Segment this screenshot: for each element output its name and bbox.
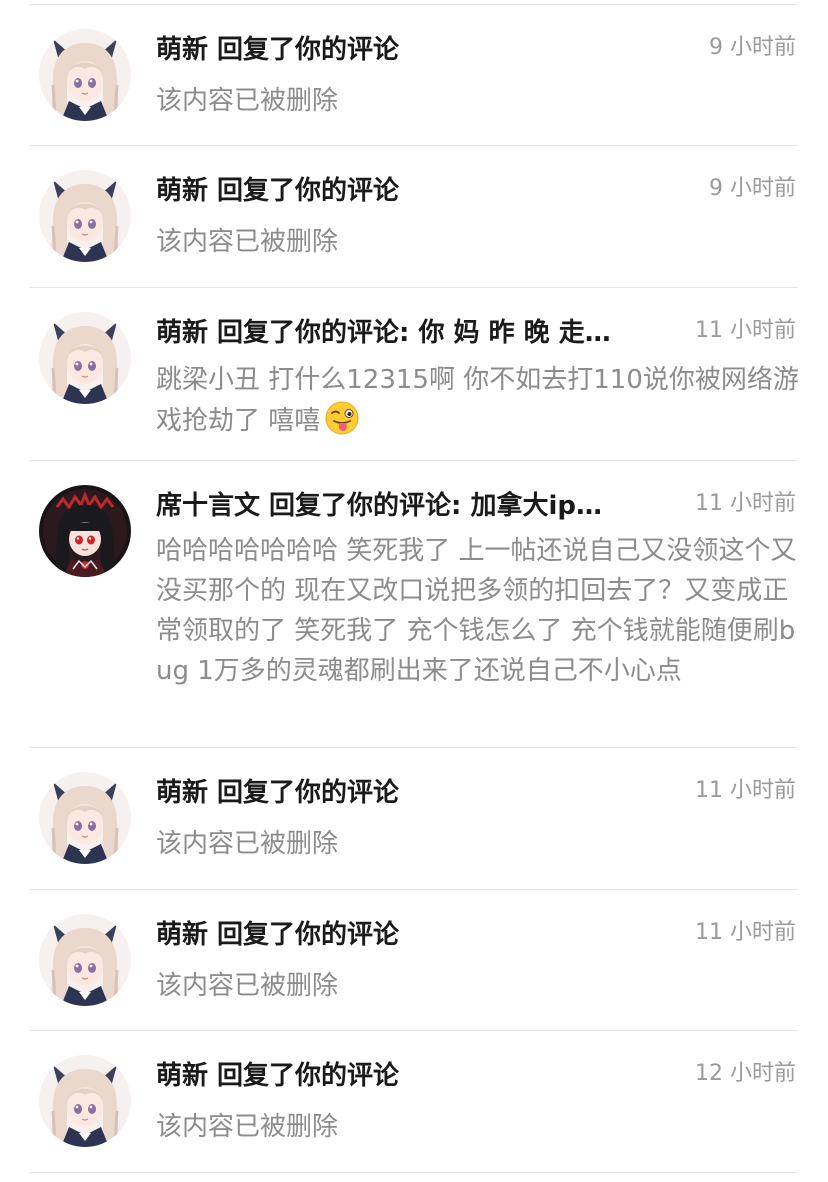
anime-girl-white-hair-avatar-icon — [39, 772, 131, 864]
divider — [30, 1172, 798, 1173]
anime-girl-black-hair-avatar-icon — [39, 485, 131, 577]
notification-item[interactable]: 萌新 回复了你的评论: 你 妈 昨 晚 走… 11 小时前 跳梁小丑 打什么12… — [0, 288, 828, 459]
notification-body: 该内容已被删除 — [156, 86, 339, 116]
notification-body: 该内容已被删除 — [156, 829, 339, 859]
notification-time: 9 小时前 — [709, 35, 796, 60]
avatar[interactable] — [39, 312, 131, 404]
notification-time: 9 小时前 — [709, 176, 796, 201]
notification-title[interactable]: 萌新 回复了你的评论 — [156, 776, 656, 810]
notification-item[interactable]: 萌新 回复了你的评论 11 小时前 该内容已被删除 — [0, 890, 828, 1030]
anime-girl-white-hair-avatar-icon — [39, 914, 131, 1006]
winking-tongue-emoji-icon — [324, 400, 360, 436]
notification-title[interactable]: 萌新 回复了你的评论 — [156, 1059, 656, 1093]
notification-title[interactable]: 席十言文 回复了你的评论: 加拿大ip… — [156, 489, 656, 523]
avatar[interactable] — [39, 170, 131, 262]
notification-body-text: 跳梁小丑 打什么12315啊 你不如去打110说你被网络游戏抢劫了 嘻嘻 — [156, 365, 799, 436]
avatar[interactable] — [39, 772, 131, 864]
notification-item[interactable]: 萌新 回复了你的评论 12 小时前 该内容已被删除 — [0, 1031, 828, 1171]
notification-body: 该内容已被删除 — [156, 1112, 339, 1142]
notification-body: 该内容已被删除 — [156, 971, 339, 1001]
anime-girl-white-hair-avatar-icon — [39, 312, 131, 404]
notification-time: 11 小时前 — [695, 920, 796, 945]
avatar[interactable] — [39, 485, 131, 577]
notification-time: 11 小时前 — [695, 318, 796, 343]
avatar[interactable] — [39, 1055, 131, 1147]
anime-girl-white-hair-avatar-icon — [39, 29, 131, 121]
notification-body: 该内容已被删除 — [156, 227, 339, 257]
notification-item[interactable]: 萌新 回复了你的评论 9 小时前 该内容已被删除 — [0, 5, 828, 145]
notification-item[interactable]: 席十言文 回复了你的评论: 加拿大ip… 11 小时前 哈哈哈哈哈哈哈 笑死我了… — [0, 461, 828, 746]
notification-item[interactable]: 萌新 回复了你的评论 9 小时前 该内容已被删除 — [0, 146, 828, 286]
anime-girl-white-hair-avatar-icon — [39, 1055, 131, 1147]
avatar[interactable] — [39, 29, 131, 121]
anime-girl-white-hair-avatar-icon — [39, 170, 131, 262]
notification-item[interactable]: 萌新 回复了你的评论 11 小时前 该内容已被删除 — [0, 748, 828, 888]
avatar[interactable] — [39, 914, 131, 1006]
notification-title[interactable]: 萌新 回复了你的评论 — [156, 174, 676, 208]
notification-title[interactable]: 萌新 回复了你的评论 — [156, 918, 656, 952]
notification-title[interactable]: 萌新 回复了你的评论: 你 妈 昨 晚 走… — [156, 316, 656, 350]
notification-time: 11 小时前 — [695, 778, 796, 803]
notification-title[interactable]: 萌新 回复了你的评论 — [156, 33, 676, 67]
notification-body: 跳梁小丑 打什么12315啊 你不如去打110说你被网络游戏抢劫了 嘻嘻 — [156, 360, 801, 441]
notification-body: 哈哈哈哈哈哈哈 笑死我了 上一帖还说自己又没领这个又没买那个的 现在又改口说把多… — [156, 536, 797, 686]
notification-time: 12 小时前 — [695, 1061, 796, 1086]
notification-time: 11 小时前 — [695, 491, 796, 516]
